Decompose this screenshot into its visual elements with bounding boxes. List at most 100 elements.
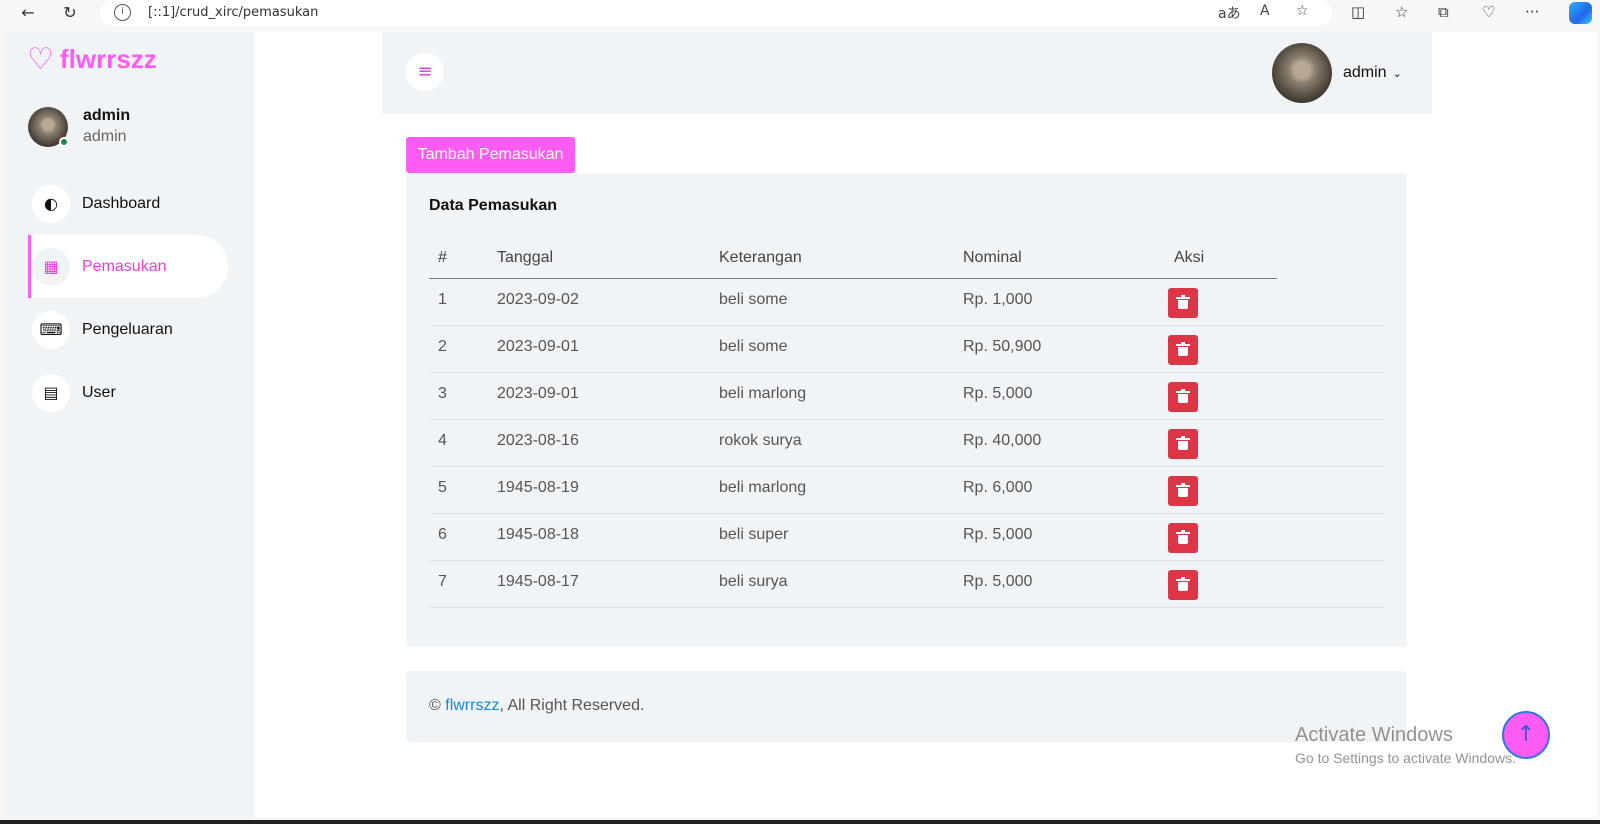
user-dropdown[interactable]: admin ⌄ [1272, 43, 1402, 103]
row-number: 3 [438, 385, 447, 402]
sidebar: ♡ flwrrszz admin admin ◐ Dashboard ▦ Pem… [4, 32, 254, 817]
dashboard-gauge-icon: ◐ [32, 184, 70, 223]
sidebar-item-label: Pengeluaran [82, 320, 173, 338]
row-amount: Rp. 5,000 [963, 573, 1033, 590]
sidebar-item-label: Dashboard [82, 194, 161, 212]
user-name: admin [1343, 64, 1387, 81]
row-amount: Rp. 5,000 [963, 526, 1033, 543]
watermark-subtitle: Go to Settings to activate Windows. [1295, 750, 1516, 766]
browser-toolbar: ← ↻ i [::1]/crud_xirc/pemasukan aあ A ☆ ◫… [0, 0, 1600, 27]
address-bar[interactable]: i [::1]/crud_xirc/pemasukan aあ A ☆ [100, 0, 1332, 26]
row-number: 4 [438, 432, 447, 449]
footer-suffix: , All Right Reserved. [499, 697, 645, 714]
row-number: 7 [438, 573, 447, 590]
row-description: rokok surya [719, 432, 802, 449]
row-date: 2023-09-02 [497, 291, 579, 308]
row-amount: Rp. 50,900 [963, 338, 1042, 355]
brand-logo[interactable]: ♡ flwrrszz [27, 44, 157, 75]
delete-button[interactable] [1168, 382, 1198, 412]
trash-icon [1176, 483, 1190, 497]
copyright-symbol: © [429, 697, 441, 714]
top-navbar: ≡ admin ⌄ [382, 32, 1432, 114]
copilot-icon[interactable] [1569, 2, 1592, 24]
browser-health-icon[interactable]: ♡ [1482, 3, 1495, 21]
table-row: 1 2023-09-02 beli some Rp. 1,000 [429, 279, 1384, 326]
profile-name: admin [83, 107, 131, 124]
sidebar-toggle-icon[interactable]: ≡ [406, 53, 444, 91]
main-content: ≡ admin ⌄ Tambah Pemasukan Data Pemasuka… [382, 32, 1432, 817]
watermark-title: Activate Windows [1295, 724, 1453, 746]
row-amount: Rp. 40,000 [963, 432, 1042, 449]
footer-text: © flwrrszz, All Right Reserved. [429, 697, 644, 715]
trash-icon [1176, 530, 1190, 544]
row-date: 1945-08-18 [497, 526, 579, 543]
row-description: beli marlong [719, 479, 807, 496]
row-number: 1 [438, 291, 447, 308]
sidebar-item-label: User [82, 383, 116, 401]
trash-icon [1176, 342, 1190, 356]
profile-role: admin [83, 128, 127, 145]
row-number: 6 [438, 526, 447, 543]
back-to-top-button[interactable]: ↑ [1502, 711, 1550, 759]
delete-button[interactable] [1168, 429, 1198, 459]
row-description: beli some [719, 291, 788, 308]
column-header: Tanggal [497, 249, 554, 266]
row-description: beli surya [719, 573, 788, 590]
chevron-down-icon: ⌄ [1392, 66, 1402, 80]
collections-icon[interactable]: ⧉ [1438, 3, 1449, 21]
sidebar-profile: admin admin [28, 107, 130, 147]
sidebar-item-user[interactable]: ▤ User [28, 361, 228, 424]
row-date: 2023-09-01 [497, 338, 579, 355]
row-date: 1945-08-17 [497, 573, 579, 590]
sidebar-item-label: Pemasukan [82, 257, 167, 275]
delete-button[interactable] [1168, 476, 1198, 506]
data-card: Data Pemasukan # Tanggal Keterangan Nomi… [406, 173, 1407, 647]
table-header: # Tanggal Keterangan Nominal Aksi [429, 241, 1277, 279]
table-row: 2 2023-09-01 beli some Rp. 50,900 [429, 326, 1384, 373]
site-info-icon[interactable]: i [114, 4, 131, 21]
sidebar-item-pemasukan[interactable]: ▦ Pemasukan [28, 235, 228, 298]
delete-button[interactable] [1168, 570, 1198, 600]
row-amount: Rp. 6,000 [963, 479, 1033, 496]
taskbar-edge [0, 820, 1600, 824]
url-text[interactable]: [::1]/crud_xirc/pemasukan [148, 5, 318, 20]
sidebar-item-dashboard[interactable]: ◐ Dashboard [28, 172, 228, 235]
table-icon: ▤ [32, 373, 70, 412]
reload-icon[interactable]: ↻ [58, 2, 82, 24]
sidebar-menu: ◐ Dashboard ▦ Pemasukan ⌨ Pengeluaran ▤ … [28, 172, 228, 424]
split-screen-icon[interactable]: ◫ [1351, 3, 1365, 21]
row-number: 2 [438, 338, 447, 355]
column-header: Keterangan [719, 249, 802, 266]
delete-button[interactable] [1168, 523, 1198, 553]
more-icon[interactable]: ··· [1525, 3, 1539, 21]
table-row: 6 1945-08-18 beli super Rp. 5,000 [429, 514, 1384, 561]
read-aloud-icon[interactable]: A [1260, 3, 1270, 19]
delete-button[interactable] [1168, 335, 1198, 365]
row-number: 5 [438, 479, 447, 496]
row-amount: Rp. 1,000 [963, 291, 1033, 308]
row-description: beli some [719, 338, 788, 355]
app-window: ♡ flwrrszz admin admin ◐ Dashboard ▦ Pem… [4, 32, 1597, 817]
favorite-star-icon[interactable]: ☆ [1296, 3, 1309, 19]
row-description: beli super [719, 526, 789, 543]
keyboard-icon: ⌨ [32, 310, 70, 349]
grid-icon: ▦ [32, 247, 70, 286]
delete-button[interactable] [1168, 288, 1198, 318]
footer-brand-link[interactable]: flwrrszz [445, 697, 499, 714]
table-row: 4 2023-08-16 rokok surya Rp. 40,000 [429, 420, 1384, 467]
online-status-dot [59, 137, 69, 147]
trash-icon [1176, 295, 1190, 309]
column-header: Aksi [1174, 249, 1205, 266]
trash-icon [1176, 436, 1190, 450]
table-row: 3 2023-09-01 beli marlong Rp. 5,000 [429, 373, 1384, 420]
add-pemasukan-button[interactable]: Tambah Pemasukan [406, 137, 575, 173]
row-amount: Rp. 5,000 [963, 385, 1033, 402]
sidebar-item-pengeluaran[interactable]: ⌨ Pengeluaran [28, 298, 228, 361]
back-icon[interactable]: ← [16, 2, 40, 24]
favorites-icon[interactable]: ☆ [1395, 3, 1408, 21]
row-date: 2023-08-16 [497, 432, 579, 449]
translate-icon[interactable]: aあ [1218, 3, 1241, 23]
brand-name: flwrrszz [59, 44, 157, 74]
column-header: # [438, 249, 447, 266]
avatar [28, 107, 69, 147]
